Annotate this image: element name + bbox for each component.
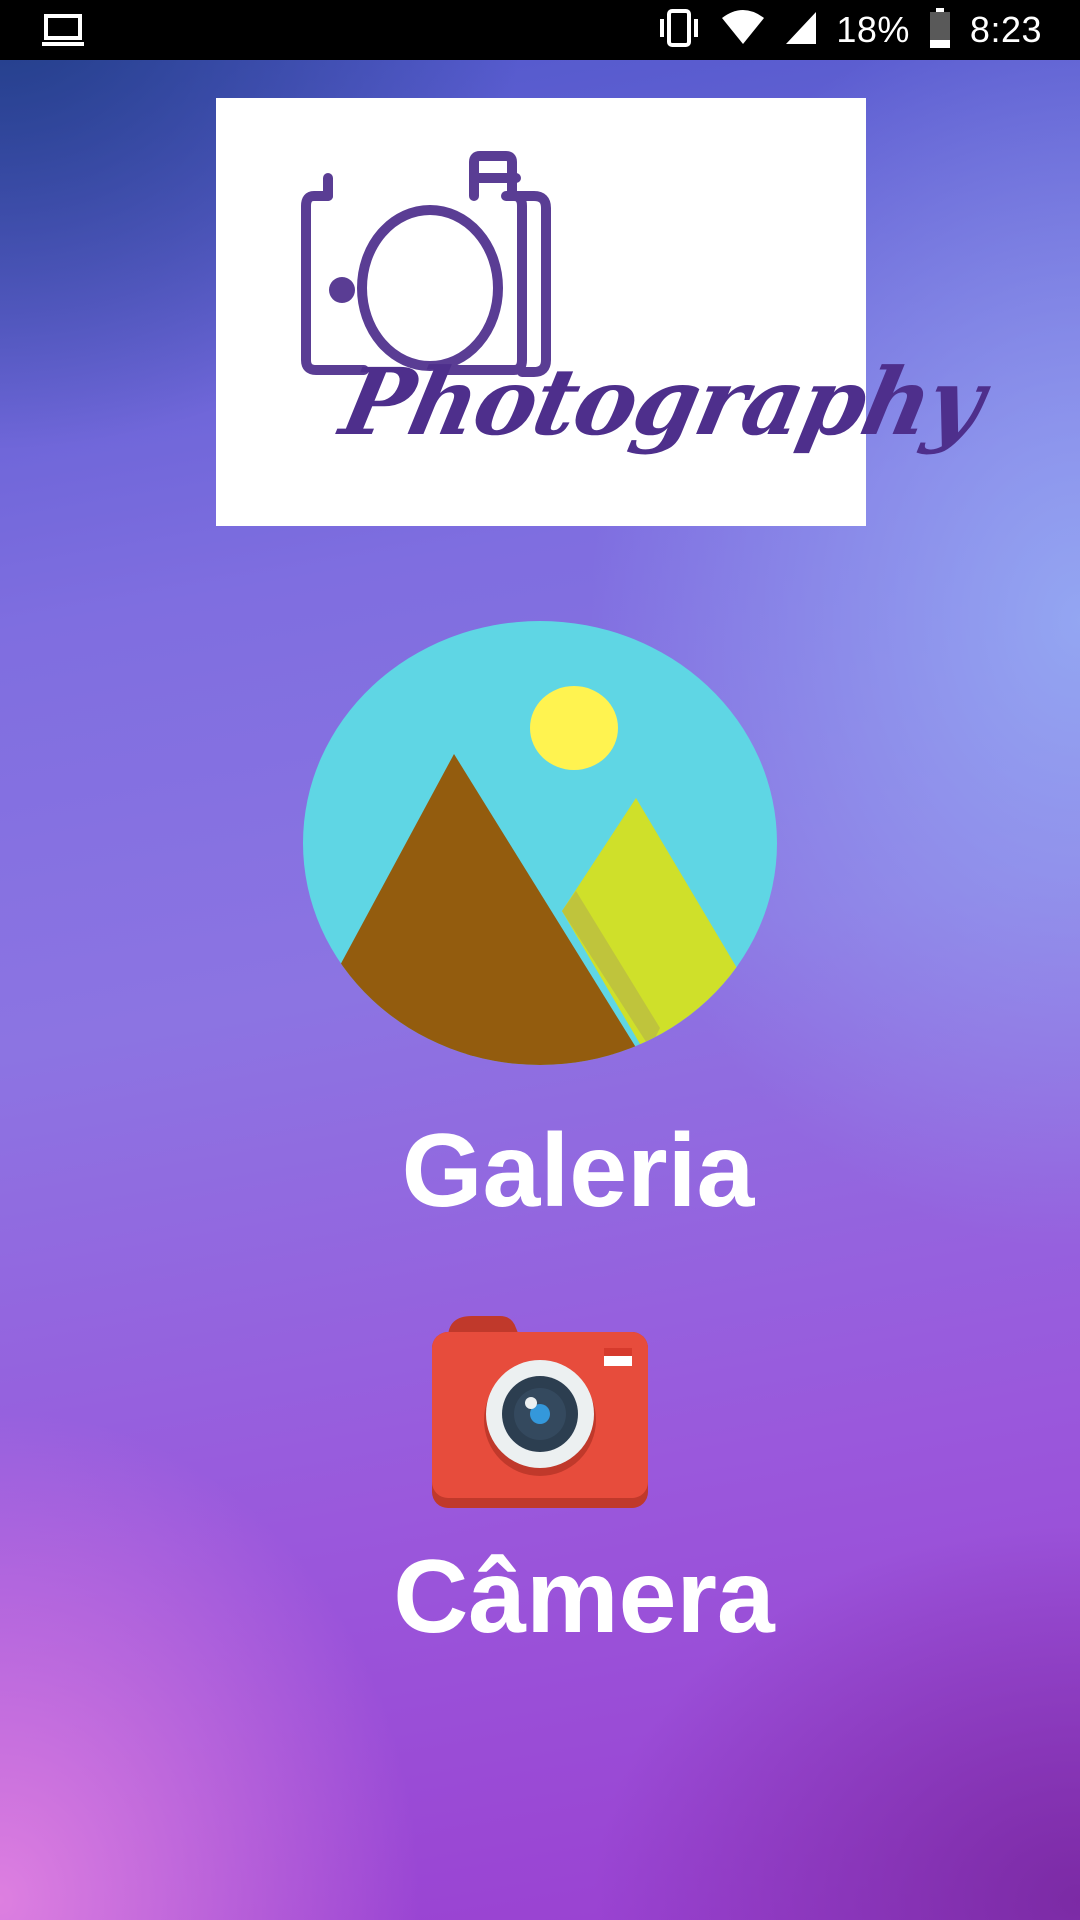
camera-icon	[432, 1316, 648, 1508]
vibrate-icon	[656, 8, 702, 53]
logo-text: Photography	[332, 348, 992, 456]
battery-icon	[928, 7, 952, 54]
camera-button[interactable]	[420, 1300, 660, 1510]
gallery-label[interactable]: Galeria	[328, 1112, 828, 1231]
camera-outline-icon	[301, 151, 551, 377]
battery-percent: 18%	[836, 9, 910, 50]
app-logo: Photography	[216, 98, 992, 526]
gallery-button[interactable]	[300, 618, 780, 1068]
clock: 8:23	[969, 9, 1042, 50]
wifi-icon	[720, 8, 766, 53]
camera-label[interactable]: Câmera	[334, 1538, 834, 1657]
landscape-image-icon	[303, 621, 777, 1065]
status-bar: 18% 8:23	[0, 0, 1080, 60]
cell-signal-icon	[784, 8, 818, 53]
laptop-icon	[40, 12, 86, 53]
